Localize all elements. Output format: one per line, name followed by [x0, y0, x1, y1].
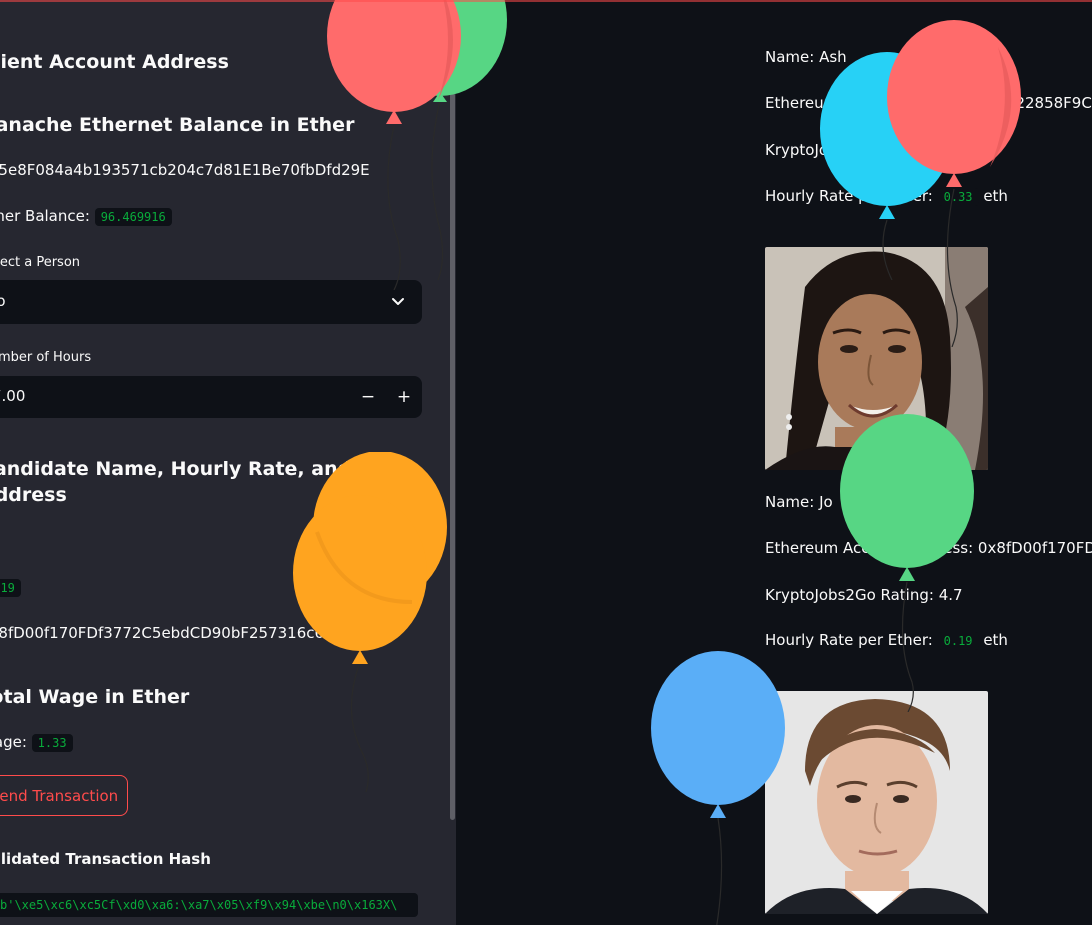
balance-heading: Ganache Ethernet Balance in Ether	[0, 114, 355, 136]
select-person-label: Select a Person	[0, 255, 81, 270]
candidate-address-line: Ethereum Account Address: 0x8fD00f170FDf…	[765, 539, 1092, 557]
sidebar-scrollbar[interactable]	[450, 93, 455, 820]
client-account-heading: Client Account Address	[0, 51, 229, 73]
transaction-hash-heading: Validated Transaction Hash	[0, 850, 211, 868]
candidate-rating-line: KryptoJobs2Go Rating: 5.0	[765, 141, 963, 159]
main-content: Name: Ash Ethereum Account Address: 0x24…	[456, 0, 1092, 925]
ether-balance-value: 96.469916	[94, 208, 172, 226]
candidate-rate-value: 0.33	[937, 188, 979, 206]
candidate-rating-line: KryptoJobs2Go Rating: 4.7	[765, 586, 963, 604]
wage-value: 1.33	[31, 734, 73, 752]
total-wage-heading: Total Wage in Ether	[0, 686, 190, 708]
candidate-rate-value: 0.19	[937, 632, 979, 650]
candidate-rate-unit: eth	[983, 187, 1008, 205]
account-address: 0x5e8F084a4b193571cb204c7d81E1Be70fbDfd2…	[0, 161, 370, 179]
decrement-button[interactable]: −	[355, 384, 381, 410]
chevron-down-icon[interactable]	[388, 292, 408, 312]
candidate-name-line: Name: Jo	[765, 493, 833, 511]
candidate-address: 0x8fD00f170FDf3772C5ebdCD90bF257316c69BA	[0, 624, 355, 642]
wage-label: Wage:	[0, 733, 27, 751]
send-transaction-button[interactable]: Send Transaction	[0, 775, 128, 816]
select-person-dropdown[interactable]: Jo	[0, 280, 422, 324]
candidate-rate-label: Hourly Rate per Ether:	[765, 187, 933, 205]
candidate-rate-line: Hourly Rate per Ether: 0.33 eth	[765, 187, 1008, 206]
candidate-name-line: Name: Ash	[765, 48, 847, 66]
candidate-photo	[765, 247, 988, 470]
wage-line: Wage: 1.33	[0, 733, 73, 752]
candidate-address-line: Ethereum Account Address: 0x2422858F9C44…	[765, 94, 1092, 112]
app-root: Client Account Address Ganache Ethernet …	[0, 0, 1092, 925]
candidate-photo	[765, 691, 988, 914]
hours-value[interactable]: 7.00	[0, 387, 25, 405]
candidate-rate-label: Hourly Rate per Ether:	[765, 631, 933, 649]
select-person-value: Jo	[0, 292, 6, 310]
candidate-heading-line1: Candidate Name, Hourly Rate, and Ether	[0, 458, 416, 480]
increment-button[interactable]: +	[391, 384, 417, 410]
hours-number-input[interactable]: 7.00 − +	[0, 376, 422, 418]
candidate-rate-line: 0.19	[0, 578, 21, 597]
candidate-rate-value: 0.19	[0, 579, 21, 597]
ether-balance-label: Ether Balance:	[0, 207, 90, 225]
candidate-rate-line: Hourly Rate per Ether: 0.19 eth	[765, 631, 1008, 650]
hours-label: Number of Hours	[0, 350, 92, 365]
candidate-heading-line2: Address	[0, 484, 67, 506]
ether-balance-line: Ether Balance: 96.469916	[0, 207, 172, 226]
sidebar: Client Account Address Ganache Ethernet …	[0, 0, 456, 925]
transaction-hash-code: b'\xe5\xc6\xc5Cf\xd0\xa6:\xa7\x05\xf9\x9…	[0, 893, 418, 917]
candidate-rate-unit: eth	[983, 631, 1008, 649]
top-decoration-line	[0, 0, 1092, 2]
